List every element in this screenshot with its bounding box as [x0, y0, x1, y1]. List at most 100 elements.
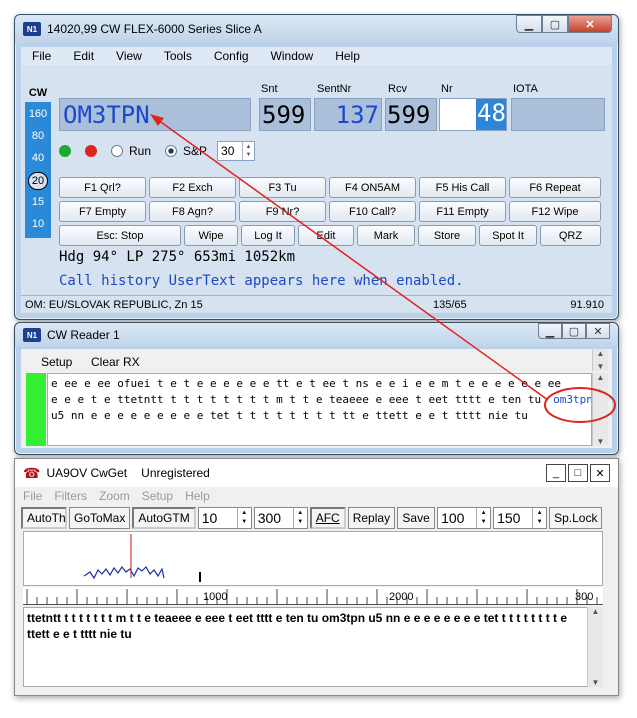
replay-button[interactable]: Replay	[347, 507, 396, 529]
maximize-button[interactable]: □	[568, 464, 588, 482]
edit-button[interactable]: Edit	[298, 225, 354, 246]
ruler-ticks	[26, 589, 598, 605]
f6-button[interactable]: F6 Repeat	[509, 177, 601, 198]
f2-button[interactable]: F2 Exch	[149, 177, 236, 198]
run-radio[interactable]	[111, 145, 123, 157]
f5-button[interactable]: F5 His Call	[419, 177, 506, 198]
band-20[interactable]: 20	[28, 172, 48, 190]
band-40[interactable]: 40	[28, 150, 48, 168]
snt-field[interactable]: 599	[259, 98, 311, 131]
save-button[interactable]: Save	[397, 507, 436, 529]
menu-tools[interactable]: Tools	[153, 49, 203, 63]
maximize-button[interactable]: ▢	[542, 15, 568, 33]
cwget-menu-setup[interactable]: Setup	[136, 489, 179, 503]
decoded-text-area[interactable]: ttetntt t t t t t t t m t t e teaeee e e…	[23, 607, 603, 687]
stepper-arrows-icon[interactable]: ▲ ▼	[532, 508, 546, 528]
n1mm-app-icon: N1	[23, 22, 41, 36]
filter-low-stepper[interactable]: 100 ▲ ▼	[437, 507, 492, 529]
f4-button[interactable]: F4 ON5AM	[329, 177, 416, 198]
band-80[interactable]: 80	[28, 128, 48, 146]
f10-button[interactable]: F10 Call?	[329, 201, 416, 222]
speed-stepper[interactable]: 30 ▲ ▼	[217, 141, 256, 161]
gtm-stepper[interactable]: 300 ▲ ▼	[253, 507, 308, 529]
status-count: 135/65	[433, 298, 467, 311]
minimize-button[interactable]: _	[546, 464, 566, 482]
f9-button[interactable]: F9 Nr?	[239, 201, 326, 222]
reader-setup-menu[interactable]: Setup	[41, 355, 72, 369]
decoded-scrollbar[interactable]: ▲ ▼	[587, 607, 603, 687]
f8-button[interactable]: F8 Agn?	[149, 201, 236, 222]
stepper-arrows-icon[interactable]: ▲ ▼	[242, 142, 254, 160]
scroll-up-icon[interactable]: ▲	[592, 607, 600, 616]
menu-edit[interactable]: Edit	[62, 49, 105, 63]
iota-field[interactable]	[511, 98, 605, 131]
splock-button[interactable]: Sp.Lock	[549, 507, 603, 529]
rcv-field[interactable]: 599	[385, 98, 437, 131]
filter-high-stepper[interactable]: 150 ▲ ▼	[493, 507, 548, 529]
iota-label: IOTA	[513, 83, 538, 95]
cwget-toolbar: AutoThr GoToMax AutoGTM 10 ▲ ▼ 300 ▲ ▼ AFC R…	[21, 507, 603, 529]
callsign-value: OM3TPN	[63, 101, 150, 129]
threshold-stepper[interactable]: 10 ▲ ▼	[197, 507, 252, 529]
f3-button[interactable]: F3 Tu	[239, 177, 326, 198]
band-15[interactable]: 15	[28, 194, 48, 212]
gotomax-button[interactable]: GoToMax	[69, 507, 131, 529]
signal-indicator-bar	[26, 373, 46, 446]
cwget-menu-zoom[interactable]: Zoom	[93, 489, 136, 503]
stepper-arrows-icon[interactable]: ▲ ▼	[476, 508, 490, 528]
scroll-up-icon[interactable]: ▲	[597, 373, 605, 382]
reader-text-scrollbar[interactable]: ▲ ▼	[592, 373, 608, 446]
entry-window-titlebar[interactable]: N1 14020,99 CW FLEX-6000 Series Slice A …	[15, 15, 618, 43]
maximize-button[interactable]: ▢	[562, 323, 586, 339]
menu-view[interactable]: View	[105, 49, 153, 63]
f12-button[interactable]: F12 Wipe	[509, 201, 601, 222]
nr-field[interactable]: 48	[439, 98, 507, 131]
menu-file[interactable]: File	[21, 49, 62, 63]
f7-button[interactable]: F7 Empty	[59, 201, 146, 222]
scroll-down-icon[interactable]: ▼	[592, 678, 600, 687]
cw-reader-titlebar[interactable]: N1 CW Reader 1 ▁ ▢ ✕	[15, 323, 618, 347]
band-10[interactable]: 10	[28, 216, 48, 234]
close-button[interactable]: ✕	[590, 464, 610, 482]
menu-help[interactable]: Help	[324, 49, 371, 63]
menu-window[interactable]: Window	[260, 49, 325, 63]
close-button[interactable]: ✕	[586, 323, 610, 339]
autothr-button[interactable]: AutoThr	[21, 507, 67, 529]
qrz-button[interactable]: QRZ	[540, 225, 601, 246]
scroll-down-icon[interactable]: ▼	[597, 362, 605, 371]
clear-rx-menu[interactable]: Clear RX	[91, 355, 140, 369]
menu-bar: File Edit View Tools Config Window Help	[21, 47, 612, 65]
f1-button[interactable]: F1 Qrl?	[59, 177, 146, 198]
afc-button[interactable]: AFC	[309, 507, 346, 529]
scroll-up-icon[interactable]: ▲	[597, 349, 605, 358]
cwget-titlebar[interactable]: ☎ UA9OV CwGet Unregistered _ □ ✕	[15, 459, 618, 487]
menu-config[interactable]: Config	[203, 49, 260, 63]
sp-radio[interactable]	[165, 145, 178, 157]
reader-text-area[interactable]: e ee e ee ofuei t e t e e e e e e tt e t…	[47, 373, 592, 446]
band-160[interactable]: 160	[28, 106, 48, 124]
minimize-button[interactable]: ▁	[538, 323, 562, 339]
minimize-button[interactable]: ▁	[516, 15, 542, 33]
spectrum-display[interactable]	[23, 531, 603, 586]
store-button[interactable]: Store	[418, 225, 476, 246]
cwget-menu-file[interactable]: File	[17, 489, 48, 503]
wipe-button[interactable]: Wipe	[184, 225, 238, 246]
esc-stop-button[interactable]: Esc: Stop	[59, 225, 181, 246]
scroll-down-icon[interactable]: ▼	[597, 437, 605, 446]
snt-label: Snt	[261, 83, 278, 95]
reader-top-scroll[interactable]: ▲ ▼	[592, 349, 608, 371]
run-sp-controls: Run S&P 30 ▲ ▼	[59, 141, 256, 161]
log-it-button[interactable]: Log It	[241, 225, 295, 246]
close-button[interactable]: ✕	[568, 15, 612, 33]
cwget-menu-help[interactable]: Help	[179, 489, 216, 503]
stepper-arrows-icon[interactable]: ▲ ▼	[236, 508, 251, 528]
stepper-arrows-icon[interactable]: ▲ ▼	[292, 508, 307, 528]
mark-button[interactable]: Mark	[357, 225, 415, 246]
fkey-row-3: Esc: Stop Wipe Log It Edit Mark Store Sp…	[59, 225, 601, 246]
f11-button[interactable]: F11 Empty	[419, 201, 506, 222]
cwget-menu-filters[interactable]: Filters	[48, 489, 93, 503]
spot-it-button[interactable]: Spot It	[479, 225, 537, 246]
callsign-field[interactable]: OM3TPN	[59, 98, 251, 131]
sentnr-field[interactable]: 137	[314, 98, 382, 131]
autogtm-button[interactable]: AutoGTM	[132, 507, 196, 529]
